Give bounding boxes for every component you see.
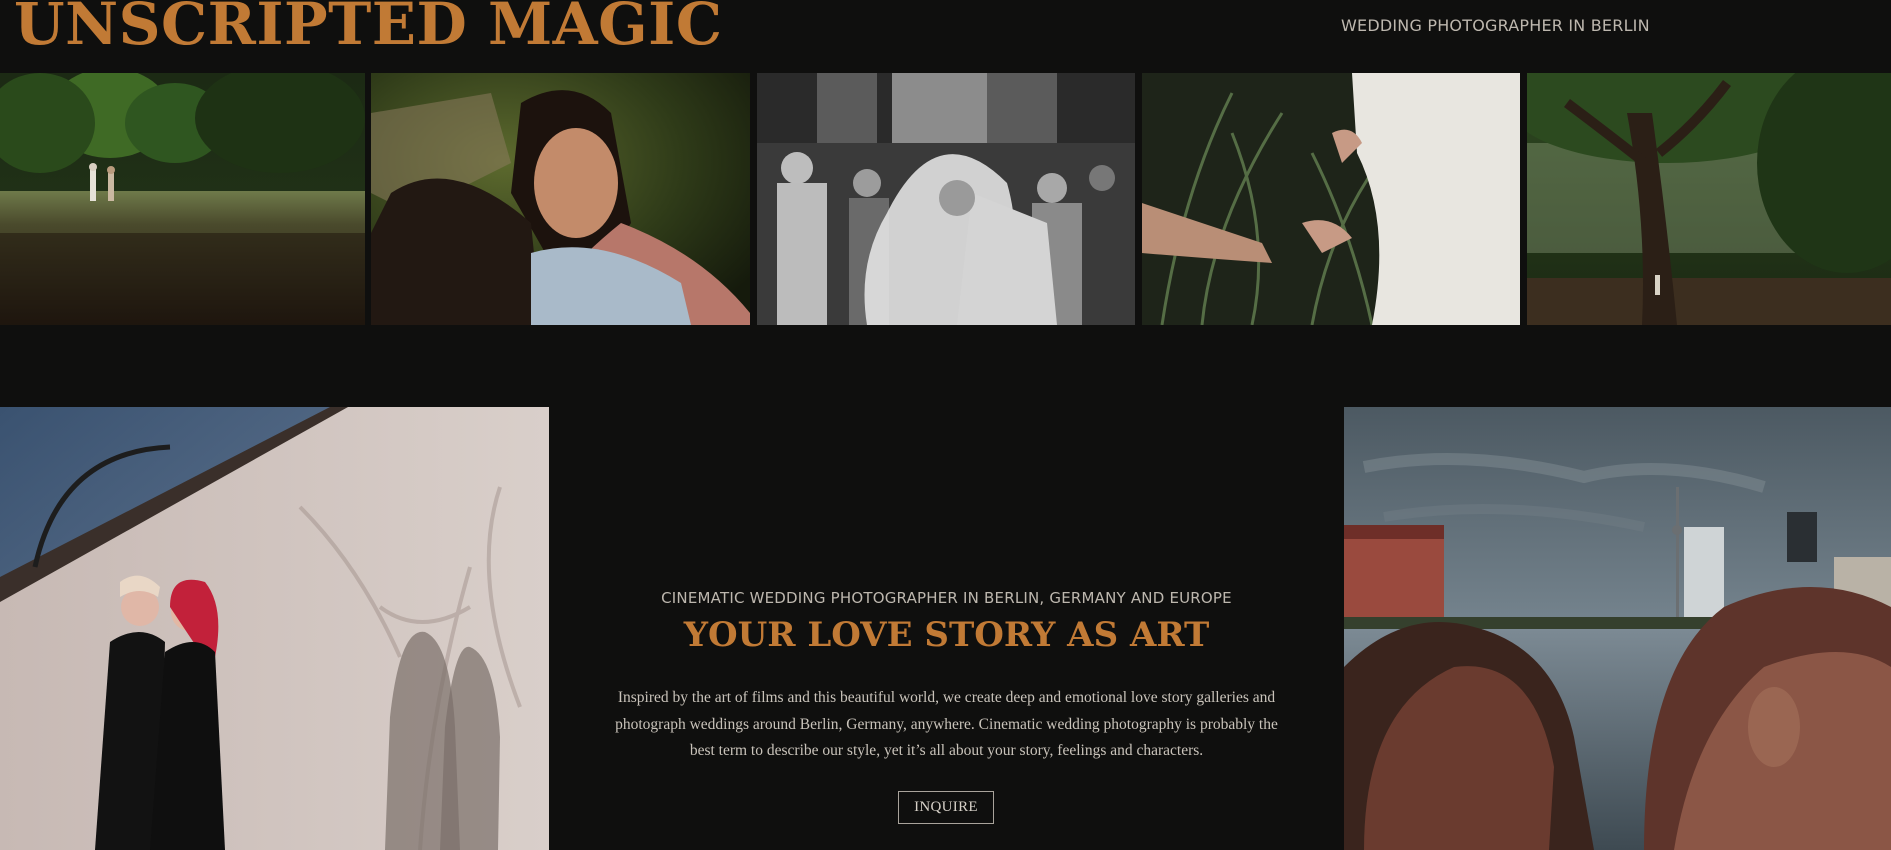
gallery-photo-hands-grass[interactable] [1142, 73, 1520, 325]
site-logo[interactable]: UNSCRIPTED MAGIC [14, 0, 722, 56]
intro-text-block: CINEMATIC WEDDING PHOTOGRAPHER IN BERLIN… [549, 407, 1344, 850]
inquire-button[interactable]: INQUIRE [898, 791, 994, 824]
feature-photo-river-kiss [1344, 407, 1891, 850]
gallery-photo-tree[interactable] [1527, 73, 1891, 325]
intro-headline: YOUR LOVE STORY AS ART [683, 615, 1210, 655]
gallery-photo-veil-kiss[interactable] [757, 73, 1135, 325]
feature-photo-wall-couple [0, 407, 549, 850]
photo-strip [0, 73, 1891, 325]
gallery-photo-park-couple[interactable] [0, 73, 365, 325]
intro-section: CINEMATIC WEDDING PHOTOGRAPHER IN BERLIN… [0, 407, 1891, 850]
site-tagline: WEDDING PHOTOGRAPHER IN BERLIN [1341, 16, 1650, 35]
intro-eyebrow: CINEMATIC WEDDING PHOTOGRAPHER IN BERLIN… [661, 589, 1232, 607]
intro-body: Inspired by the art of films and this be… [615, 689, 1278, 759]
gallery-photo-embrace[interactable] [371, 73, 750, 325]
site-header: UNSCRIPTED MAGIC WEDDING PHOTOGRAPHER IN… [0, 0, 1891, 73]
